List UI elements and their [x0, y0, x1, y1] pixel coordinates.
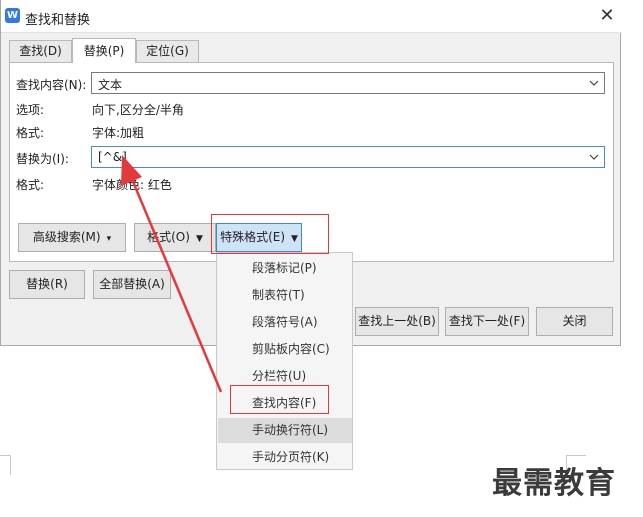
title-bar[interactable]: W 查找和替换 ✕: [1, 0, 622, 33]
format-button[interactable]: 格式(O) ▼: [134, 223, 216, 252]
menu-item-manual-line-break[interactable]: 手动换行符(L): [218, 418, 352, 443]
menu-item-clipboard-content[interactable]: 剪贴板内容(C): [218, 337, 352, 362]
find-next-button[interactable]: 查找下一处(F): [445, 307, 529, 336]
replace-input[interactable]: [^&]: [91, 146, 605, 168]
menu-item-tab-char[interactable]: 制表符(T): [218, 283, 352, 308]
double-chevron-down-icon: ▾: [106, 234, 112, 244]
replace-label: 替换为(I):: [16, 152, 69, 166]
watermark-text: 最需教育: [492, 466, 616, 501]
replace-all-button[interactable]: 全部替换(A): [93, 270, 171, 299]
menu-item-paragraph-mark[interactable]: 段落标记(P): [218, 256, 352, 281]
tab-replace[interactable]: 替换(P): [72, 38, 136, 63]
caret-down-icon: ▼: [195, 234, 203, 244]
find-format-value: 字体:加粗: [92, 126, 145, 140]
close-button[interactable]: 关闭: [536, 307, 613, 336]
find-format-label: 格式:: [16, 126, 45, 140]
find-previous-button[interactable]: 查找上一处(B): [355, 307, 439, 336]
chevron-down-icon[interactable]: [589, 152, 599, 162]
chevron-down-icon[interactable]: [589, 78, 599, 88]
window-title: 查找和替换: [25, 13, 91, 28]
page-corner-mark: [0, 455, 10, 456]
wps-app-icon: W: [5, 8, 20, 23]
replace-button[interactable]: 替换(R): [9, 270, 85, 299]
find-input[interactable]: 文本: [91, 72, 605, 94]
close-icon[interactable]: ✕: [597, 5, 617, 27]
replace-input-value: [^&]: [98, 150, 127, 164]
options-value: 向下,区分全/半角: [92, 103, 184, 117]
menu-item-manual-page-break[interactable]: 手动分页符(K): [218, 445, 352, 470]
find-label: 查找内容(N):: [16, 78, 87, 92]
page-corner-mark: [566, 455, 586, 456]
annotation-box-special-format: [211, 214, 329, 254]
annotation-box-find-content: [230, 385, 329, 414]
format-button-label: 格式(O): [147, 230, 190, 244]
advanced-search-button[interactable]: 高级搜索(M) ▾: [18, 223, 126, 252]
replace-format-value: 字体颜色: 红色: [92, 178, 172, 192]
find-input-value: 文本: [98, 78, 123, 92]
tab-find[interactable]: 查找(D): [9, 40, 72, 62]
menu-item-section-symbol[interactable]: 段落符号(A): [218, 310, 352, 335]
special-format-menu: 段落标记(P) 制表符(T) 段落符号(A) 剪贴板内容(C) 分栏符(U) 查…: [216, 252, 353, 470]
tab-goto[interactable]: 定位(G): [136, 40, 199, 62]
advanced-search-label: 高级搜索(M): [32, 230, 101, 244]
replace-format-label: 格式:: [16, 178, 45, 192]
options-label: 选项:: [16, 103, 45, 117]
page-corner-mark: [10, 455, 11, 475]
